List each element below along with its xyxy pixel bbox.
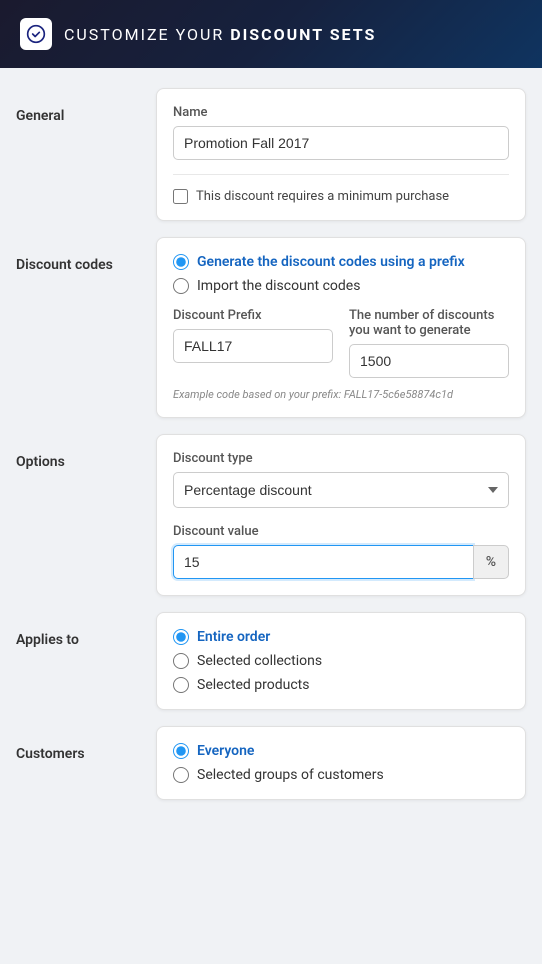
selected-collections-label[interactable]: Selected collections bbox=[197, 653, 322, 669]
general-section: General Name This discount requires a mi… bbox=[16, 88, 526, 221]
page-content: General Name This discount requires a mi… bbox=[0, 68, 542, 836]
options-card: Discount type Percentage discount Fixed … bbox=[156, 434, 526, 596]
everyone-radio[interactable] bbox=[173, 743, 189, 759]
import-radio[interactable] bbox=[173, 278, 189, 294]
title-bold: DISCOUNT SETS bbox=[230, 25, 376, 44]
everyone-label[interactable]: Everyone bbox=[197, 743, 254, 759]
minimum-purchase-row: This discount requires a minimum purchas… bbox=[173, 189, 509, 204]
discount-codes-section: Discount codes Generate the discount cod… bbox=[16, 237, 526, 418]
options-section: Options Discount type Percentage discoun… bbox=[16, 434, 526, 596]
prefix-label: Discount Prefix bbox=[173, 308, 333, 323]
discount-value-input[interactable] bbox=[173, 545, 473, 579]
discount-type-select[interactable]: Percentage discount Fixed amount discoun… bbox=[173, 472, 509, 508]
everyone-row: Everyone bbox=[173, 743, 509, 759]
discount-codes-label: Discount codes bbox=[16, 237, 156, 273]
generate-option-row: Generate the discount codes using a pref… bbox=[173, 254, 509, 270]
prefix-input[interactable] bbox=[173, 329, 333, 363]
selected-products-row: Selected products bbox=[173, 677, 509, 693]
entire-order-radio[interactable] bbox=[173, 629, 189, 645]
minimum-purchase-checkbox[interactable] bbox=[173, 189, 188, 204]
customers-section-label: Customers bbox=[16, 726, 156, 762]
general-card: Name This discount requires a minimum pu… bbox=[156, 88, 526, 221]
selected-products-label[interactable]: Selected products bbox=[197, 677, 309, 693]
customers-section: Customers Everyone Selected groups of cu… bbox=[16, 726, 526, 800]
import-radio-label[interactable]: Import the discount codes bbox=[197, 278, 360, 294]
name-label: Name bbox=[173, 105, 509, 120]
selected-collections-radio[interactable] bbox=[173, 653, 189, 669]
selected-groups-row: Selected groups of customers bbox=[173, 767, 509, 783]
options-section-label: Options bbox=[16, 434, 156, 470]
selected-products-radio[interactable] bbox=[173, 677, 189, 693]
entire-order-label[interactable]: Entire order bbox=[197, 629, 270, 645]
generate-radio-label[interactable]: Generate the discount codes using a pref… bbox=[197, 254, 465, 270]
generate-radio[interactable] bbox=[173, 254, 189, 270]
divider bbox=[173, 174, 509, 175]
name-input[interactable] bbox=[173, 126, 509, 160]
discount-value-row: % bbox=[173, 545, 509, 579]
count-col: The number of discounts you want to gene… bbox=[349, 308, 509, 378]
applies-to-section: Applies to Entire order Selected collect… bbox=[16, 612, 526, 710]
count-input[interactable] bbox=[349, 344, 509, 378]
selected-groups-radio[interactable] bbox=[173, 767, 189, 783]
discount-codes-card: Generate the discount codes using a pref… bbox=[156, 237, 526, 418]
app-header: CUSTOMIZE YOUR DISCOUNT SETS bbox=[0, 0, 542, 68]
customers-card: Everyone Selected groups of customers bbox=[156, 726, 526, 800]
discount-value-suffix: % bbox=[473, 545, 509, 579]
import-option-row: Import the discount codes bbox=[173, 278, 509, 294]
app-logo bbox=[20, 18, 52, 50]
title-prefix: CUSTOMIZE YOUR bbox=[64, 25, 230, 44]
example-code-text: Example code based on your prefix: FALL1… bbox=[173, 388, 509, 401]
minimum-purchase-label[interactable]: This discount requires a minimum purchas… bbox=[196, 189, 449, 204]
general-section-label: General bbox=[16, 88, 156, 124]
applies-to-label: Applies to bbox=[16, 612, 156, 648]
discount-value-label: Discount value bbox=[173, 524, 509, 539]
app-title: CUSTOMIZE YOUR DISCOUNT SETS bbox=[64, 25, 376, 44]
count-label: The number of discounts you want to gene… bbox=[349, 308, 509, 338]
entire-order-row: Entire order bbox=[173, 629, 509, 645]
discount-type-label: Discount type bbox=[173, 451, 509, 466]
prefix-count-row: Discount Prefix The number of discounts … bbox=[173, 308, 509, 378]
selected-groups-label[interactable]: Selected groups of customers bbox=[197, 767, 384, 783]
applies-to-card: Entire order Selected collections Select… bbox=[156, 612, 526, 710]
selected-collections-row: Selected collections bbox=[173, 653, 509, 669]
prefix-col: Discount Prefix bbox=[173, 308, 333, 378]
